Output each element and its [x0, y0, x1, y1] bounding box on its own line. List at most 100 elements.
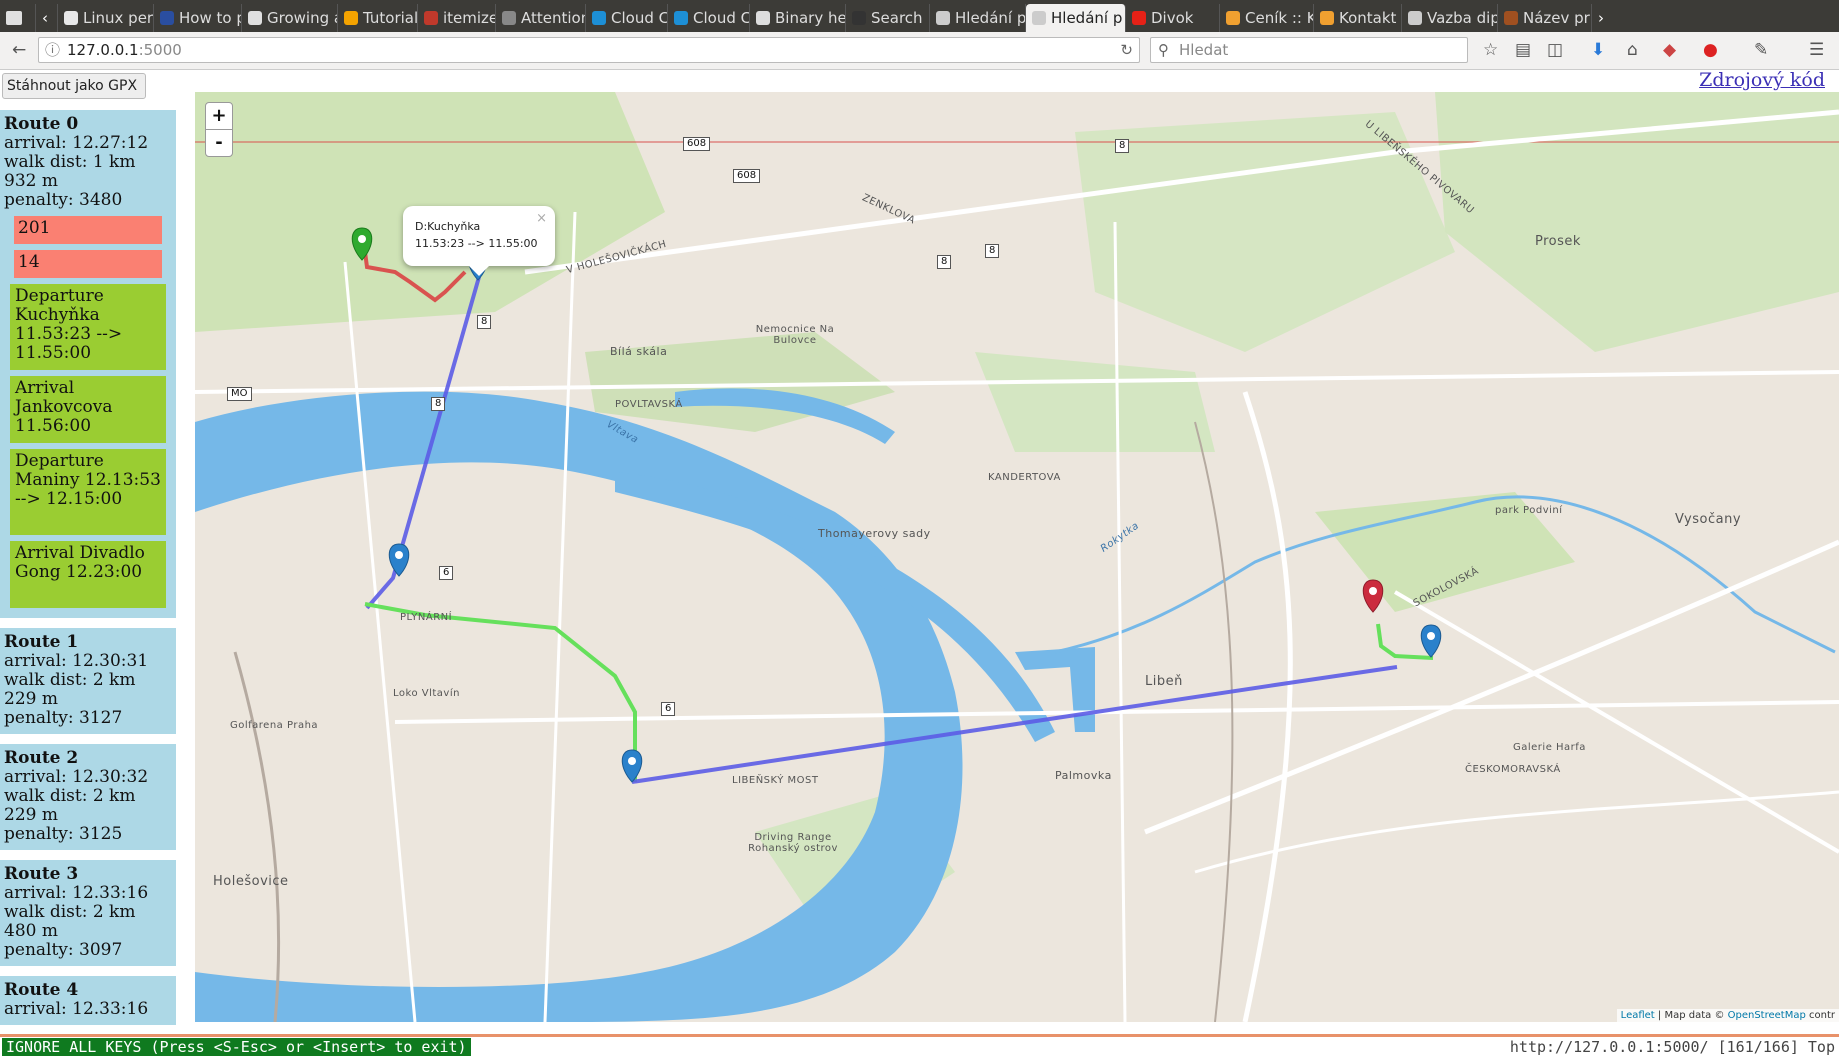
tab-label: Growing arr — [267, 9, 337, 27]
route-card[interactable]: Route 3 arrival: 12.33:16 walk dist: 2 k… — [0, 860, 176, 966]
tab-label: Binary heap — [775, 9, 846, 27]
tab-label: Hledání pěš — [955, 9, 1026, 27]
back-icon[interactable]: ← — [12, 40, 26, 60]
tab-label: itemize — [443, 9, 496, 27]
extension-icon[interactable]: ◆ — [1663, 40, 1676, 60]
tab-favicon-icon — [674, 11, 688, 25]
route-card[interactable]: Route 0 arrival: 12.27:12 walk dist: 1 k… — [0, 110, 176, 618]
route-title: Route 0 — [4, 114, 79, 134]
road-shield: MO — [227, 387, 252, 401]
tab-label: Search — [871, 9, 923, 27]
adblock-icon[interactable]: ● — [1703, 40, 1718, 60]
browser-tab[interactable]: Divok — [1126, 4, 1220, 32]
browser-tab[interactable]: Linux perf E — [58, 4, 154, 32]
tab-label: Cloud Cc — [693, 9, 749, 27]
route-step[interactable]: Arrival Divadlo Gong 12.23:00 — [10, 541, 166, 608]
pocket-icon[interactable]: ◫ — [1547, 40, 1563, 60]
tab-favicon-icon — [160, 11, 174, 25]
browser-tab[interactable]: Vazba diplo — [1402, 4, 1498, 32]
browser-tab[interactable]: Growing arr — [242, 4, 338, 32]
url-bar[interactable]: ⓘ 127.0.0.1:5000 ↻ — [38, 37, 1140, 63]
browser-tab[interactable]: Cloud Cc — [586, 4, 668, 32]
route-card[interactable]: Route 1 arrival: 12.30:31 walk dist: 2 k… — [0, 628, 176, 734]
map-label: Loko Vltavín — [393, 688, 460, 699]
status-bar: IGNORE ALL KEYS (Press <S-Esc> or <Inser… — [0, 1034, 1839, 1056]
route-step[interactable]: Departure Kuchyňka 11.53:23 --> 11.55:00 — [10, 284, 166, 370]
zoom-in-button[interactable]: + — [205, 102, 233, 130]
browser-nav-bar: ← ⓘ 127.0.0.1:5000 ↻ ⚲ Hledat ☆ ▤ ◫ ⬇ ⌂ … — [0, 32, 1839, 70]
tab-favicon-icon — [1320, 11, 1334, 25]
browser-tab[interactable]: Ceník :: K — [1220, 4, 1314, 32]
bookmark-star-icon[interactable]: ☆ — [1483, 40, 1498, 60]
tab-label: Attention — [521, 9, 586, 27]
tab-label: Ceník :: K — [1245, 9, 1314, 27]
route-step[interactable]: Departure Maniny 12.13:53 --> 12.15:00 — [10, 449, 166, 535]
browser-tab[interactable]: Hledání p× — [1026, 4, 1126, 32]
route-walk-distance: walk dist: 1 km 932 m — [4, 152, 136, 191]
map-label: ČESKOMORAVSKÁ — [1465, 764, 1561, 775]
map-label: Vysočany — [1675, 512, 1742, 527]
hamburger-menu-icon[interactable]: ☰ — [1809, 40, 1824, 60]
route-arrival: arrival: 12.33:16 — [4, 999, 149, 1019]
browser-tab[interactable]: Kontakt — [1314, 4, 1402, 32]
menu-icon[interactable] — [0, 4, 36, 32]
stop-popup: × D:Kuchyňka 11.53:23 --> 11.55:00 — [403, 206, 555, 276]
tab-favicon-icon — [424, 11, 438, 25]
map-label: KANDERTOVA — [988, 472, 1061, 483]
route-penalty: penalty: 3125 — [4, 824, 123, 844]
source-code-link[interactable]: Zdrojový kód — [1699, 69, 1825, 91]
tab-favicon-icon — [344, 11, 358, 25]
zoom-out-button[interactable]: - — [205, 129, 233, 157]
browser-tab[interactable]: Název pr — [1498, 4, 1592, 32]
tab-scroll-left-icon[interactable]: ‹ — [36, 4, 58, 32]
url-host: 127.0.0.1 — [67, 41, 139, 59]
attribution-text: | Map data © — [1654, 1010, 1728, 1021]
browser-tab[interactable]: itemize — [418, 4, 496, 32]
tab-scroll-right-icon[interactable]: › — [1592, 4, 1614, 32]
browser-tab[interactable]: Attention — [496, 4, 586, 32]
browser-tab[interactable]: Search — [846, 4, 930, 32]
map-canvas[interactable]: Vltava Bílá skála Thomayerovy sady Libeň… — [195, 92, 1839, 1022]
tab-label: Vazba diplo — [1427, 9, 1497, 27]
tab-label: Hledání p — [1051, 9, 1123, 27]
route-step[interactable]: Arrival Jankovcova 11.56:00 — [10, 376, 166, 443]
download-gpx-button[interactable]: Stáhnout jako GPX — [2, 73, 146, 99]
browser-tab[interactable]: Cloud Cc — [668, 4, 750, 32]
attribution-tail: contr — [1805, 1010, 1835, 1021]
addon-menu-icon[interactable]: ✎ — [1754, 40, 1768, 60]
info-icon[interactable]: ⓘ — [45, 38, 60, 62]
route-penalty: penalty: 3097 — [4, 940, 123, 960]
browser-tab[interactable]: Tutorial — [338, 4, 418, 32]
route-title: Route 1 — [4, 632, 79, 652]
leaflet-link[interactable]: Leaflet — [1621, 1010, 1655, 1021]
vim-mode-indicator: IGNORE ALL KEYS (Press <S-Esc> or <Inser… — [2, 1038, 471, 1056]
tab-label: Cloud Cc — [611, 9, 667, 27]
road-shield: 608 — [733, 169, 761, 183]
map-label: park Podviní — [1495, 505, 1563, 516]
map-label: Libeň — [1145, 674, 1183, 689]
route-card[interactable]: Route 2 arrival: 12.30:32 walk dist: 2 k… — [0, 744, 176, 850]
route-title: Route 2 — [4, 748, 79, 768]
browser-tab[interactable]: Hledání pěš — [930, 4, 1026, 32]
home-icon[interactable]: ⌂ — [1627, 40, 1638, 60]
map-label: Galerie Harfa — [1513, 742, 1586, 753]
route-arrival: arrival: 12.33:16 — [4, 883, 149, 903]
status-url: http://127.0.0.1:5000/ [161/166] Top — [1509, 1038, 1835, 1056]
route-warning: 201 — [14, 216, 162, 244]
route-walk-distance: walk dist: 2 km 229 m — [4, 670, 136, 709]
road-shield: 6 — [661, 702, 676, 716]
tab-favicon-icon — [756, 11, 770, 25]
route-card[interactable]: Route 4 arrival: 12.33:16 — [0, 976, 176, 1025]
osm-link[interactable]: OpenStreetMap — [1728, 1010, 1806, 1021]
route-walk-distance: walk dist: 2 km 480 m — [4, 902, 136, 941]
download-icon[interactable]: ⬇ — [1591, 40, 1605, 60]
browser-tab[interactable]: Binary heap — [750, 4, 846, 32]
reload-icon[interactable]: ↻ — [1120, 38, 1133, 62]
close-icon[interactable]: × — [536, 210, 547, 227]
search-input[interactable]: ⚲ Hledat — [1150, 37, 1468, 63]
route-title: Route 4 — [4, 980, 79, 1000]
browser-tab[interactable]: How to p — [154, 4, 242, 32]
route-penalty: penalty: 3480 — [4, 190, 123, 210]
reading-list-icon[interactable]: ▤ — [1515, 40, 1531, 60]
tab-label: Kontakt — [1339, 9, 1397, 27]
